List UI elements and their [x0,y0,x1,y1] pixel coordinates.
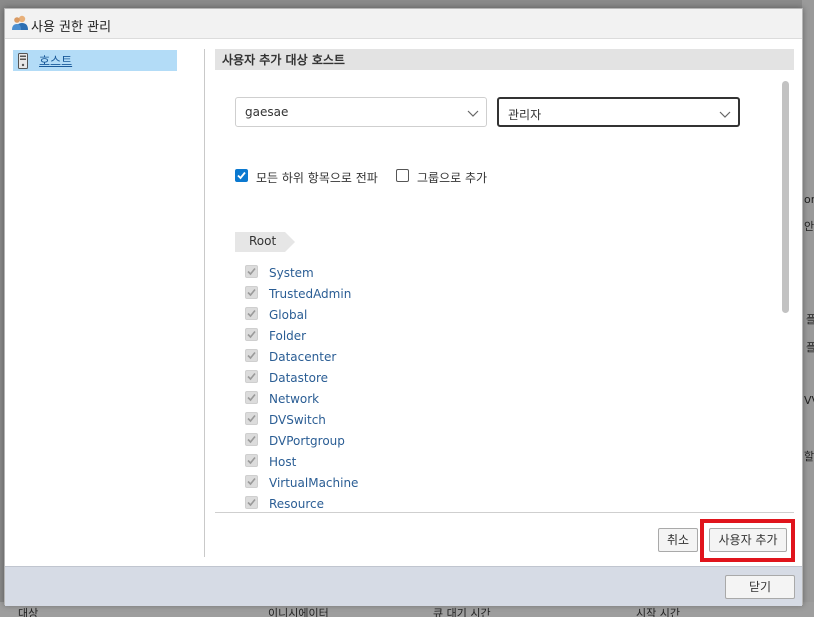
privilege-checkbox[interactable] [245,286,258,299]
dialog-footer: 닫기 [5,566,802,606]
privilege-label: System [269,266,314,280]
privilege-item[interactable]: System [245,263,545,284]
navigation-pane: 호스트 [5,40,205,556]
privilege-label: Host [269,455,297,469]
privilege-checkbox[interactable] [245,391,258,404]
privilege-label: DVSwitch [269,413,326,427]
nav-item-label: 호스트 [39,54,73,68]
chevron-down-icon [719,108,731,118]
background-text: 할 [804,450,814,463]
background-text: 안 [804,220,814,233]
manage-permissions-dialog: 사용 권한 관리 호스트 사용자 추가 대상 호스트 gaesae 관리자 모든… [4,8,803,606]
role-select-value: 관리자 [508,108,542,122]
privilege-list: System TrustedAdmin Global Folder Datacenter… [245,263,545,513]
content-divider [215,512,794,513]
privilege-checkbox[interactable] [245,433,258,446]
add-as-group-checkbox[interactable] [396,169,409,182]
privilege-label: Global [269,308,308,322]
breadcrumb-root-label: Root [249,234,277,248]
breadcrumb-root[interactable]: Root [235,232,295,252]
privilege-item[interactable]: DVSwitch [245,410,545,431]
privilege-label: VirtualMachine [269,476,359,490]
background-column-header: 이니시에이터 [268,607,329,617]
add-user-button[interactable]: 사용자 추가 [709,528,787,552]
privilege-item[interactable]: Folder [245,326,545,347]
propagate-checkbox[interactable] [235,169,248,182]
dialog-title: 사용 권한 관리 [31,20,112,35]
privilege-item[interactable]: Network [245,389,545,410]
privilege-checkbox[interactable] [245,454,258,467]
privilege-label: Folder [269,329,307,343]
cancel-button[interactable]: 취소 [658,528,698,552]
privilege-item[interactable]: Datastore [245,368,545,389]
privilege-item[interactable]: Datacenter [245,347,545,368]
privilege-checkbox[interactable] [245,412,258,425]
background-text: or [804,193,814,206]
privilege-checkbox[interactable] [245,349,258,362]
privilege-item[interactable]: DVPortgroup [245,431,545,452]
nav-item-host[interactable]: 호스트 [13,50,177,71]
background-text: 플 [806,313,814,326]
role-select[interactable]: 관리자 [497,97,740,127]
privilege-item[interactable]: Host [245,452,545,473]
section-title: 사용자 추가 대상 호스트 [222,53,345,67]
background-app-edge [802,0,814,617]
host-icon [18,53,28,69]
close-button[interactable]: 닫기 [725,575,795,599]
privilege-label: DVPortgroup [269,434,345,448]
user-select[interactable]: gaesae [235,97,487,127]
background-text: 플 [806,341,814,354]
dialog-titlebar[interactable]: 사용 권한 관리 [5,9,802,39]
users-icon [11,14,29,32]
section-header: 사용자 추가 대상 호스트 [215,49,794,70]
propagate-label: 모든 하위 항목으로 전파 [256,171,378,185]
background-column-header: 대상 [18,607,39,617]
privilege-item[interactable]: Resource [245,494,545,513]
privilege-item[interactable]: Global [245,305,545,326]
pane-divider [204,49,205,557]
privilege-label: TrustedAdmin [269,287,352,301]
background-text: VV [804,394,814,407]
content-scrollbar[interactable] [782,81,789,313]
privilege-item[interactable]: TrustedAdmin [245,284,545,305]
privilege-checkbox[interactable] [245,307,258,320]
background-column-header: 시작 시간 [636,607,680,617]
privilege-item[interactable]: VirtualMachine [245,473,545,494]
privilege-checkbox[interactable] [245,370,258,383]
privilege-checkbox[interactable] [245,496,258,509]
add-as-group-label: 그룹으로 추가 [417,171,488,185]
chevron-down-icon [467,107,479,117]
user-select-value: gaesae [245,105,289,119]
privilege-label: Network [269,392,320,406]
privilege-checkbox[interactable] [245,328,258,341]
privilege-checkbox[interactable] [245,265,258,278]
privilege-checkbox[interactable] [245,475,258,488]
privilege-label: Resource [269,497,325,511]
background-column-header: 큐 대기 시간 [433,607,491,617]
privilege-label: Datastore [269,371,329,385]
privilege-label: Datacenter [269,350,337,364]
